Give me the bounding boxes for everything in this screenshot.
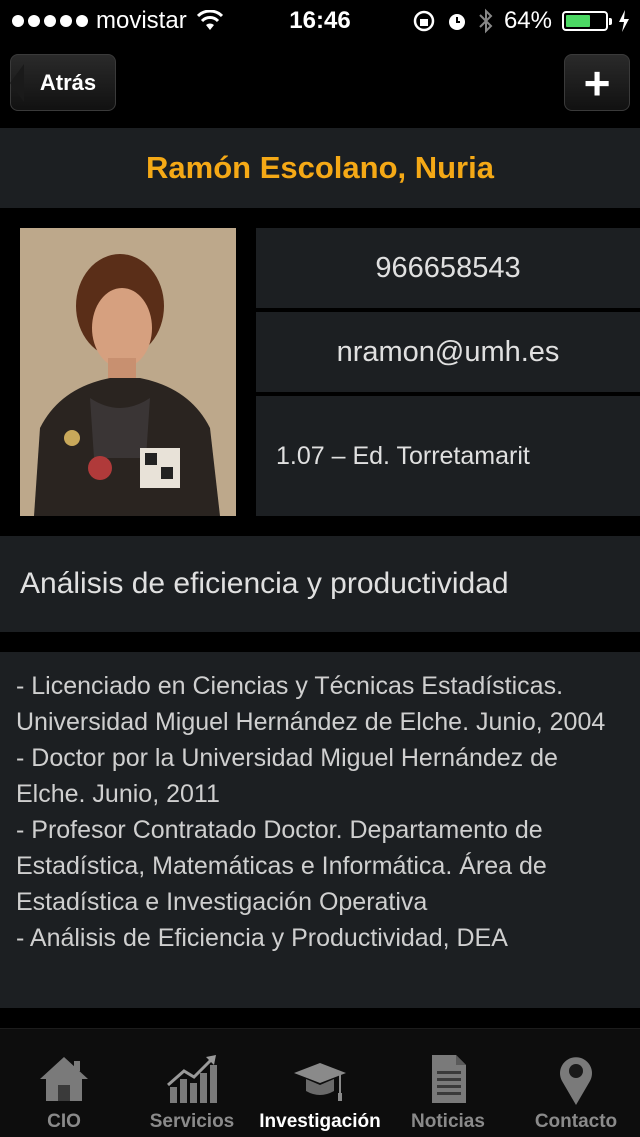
phone-number[interactable]: 966658543 bbox=[256, 228, 640, 308]
back-arrow-icon bbox=[10, 64, 24, 102]
plus-icon: + bbox=[583, 56, 611, 109]
tab-label: Servicios bbox=[149, 1111, 235, 1132]
tab-label: CIO bbox=[47, 1111, 81, 1132]
map-pin-icon bbox=[560, 1057, 592, 1105]
house-icon bbox=[40, 1057, 88, 1101]
tab-noticias[interactable]: Noticias bbox=[384, 1029, 512, 1137]
charging-bolt-icon bbox=[619, 10, 629, 32]
bluetooth-icon bbox=[479, 8, 493, 34]
bio-line: - Doctor por la Universidad Miguel Herná… bbox=[16, 744, 558, 808]
back-button[interactable]: Atrás bbox=[10, 54, 116, 111]
status-right: 64% bbox=[412, 7, 630, 35]
tab-investigacion[interactable]: Investigación bbox=[256, 1029, 384, 1137]
add-button[interactable]: + bbox=[564, 54, 630, 111]
document-icon bbox=[432, 1055, 466, 1103]
tab-label: Contacto bbox=[534, 1111, 618, 1132]
biography: - Licenciado en Ciencias y Técnicas Esta… bbox=[0, 652, 640, 1008]
bio-line: - Licenciado en Ciencias y Técnicas Esta… bbox=[16, 672, 606, 736]
bio-line: - Profesor Contratado Doctor. Departamen… bbox=[16, 816, 547, 916]
tab-label: Noticias bbox=[411, 1111, 485, 1132]
tab-servicios[interactable]: Servicios bbox=[128, 1029, 256, 1137]
email-address[interactable]: nramon@umh.es bbox=[256, 312, 640, 392]
growth-chart-icon bbox=[167, 1055, 217, 1103]
alarm-icon bbox=[448, 14, 465, 30]
person-name: Ramón Escolano, Nuria bbox=[0, 128, 640, 208]
portrait-image bbox=[20, 228, 236, 516]
tab-bar: CIO Servicios Investigación Noticias Con… bbox=[0, 1028, 640, 1137]
battery-percent: 64% bbox=[503, 7, 552, 34]
tab-label: Investigación bbox=[259, 1111, 381, 1132]
profile-photo bbox=[20, 228, 236, 516]
battery-fill bbox=[566, 15, 591, 27]
battery-icon bbox=[562, 11, 612, 31]
bio-line: - Análisis de Eficiencia y Productividad… bbox=[16, 924, 508, 952]
status-bar: movistar 16:46 64% bbox=[0, 0, 640, 40]
research-area: Análisis de eficiencia y productividad bbox=[0, 536, 640, 632]
tab-cio[interactable]: CIO bbox=[0, 1029, 128, 1137]
office-location: 1.07 – Ed. Torretamarit bbox=[256, 396, 640, 516]
back-button-label: Atrás bbox=[39, 69, 97, 95]
graduation-cap-icon bbox=[294, 1063, 346, 1101]
tab-contacto[interactable]: Contacto bbox=[512, 1029, 640, 1137]
rotation-lock-icon bbox=[413, 10, 435, 32]
